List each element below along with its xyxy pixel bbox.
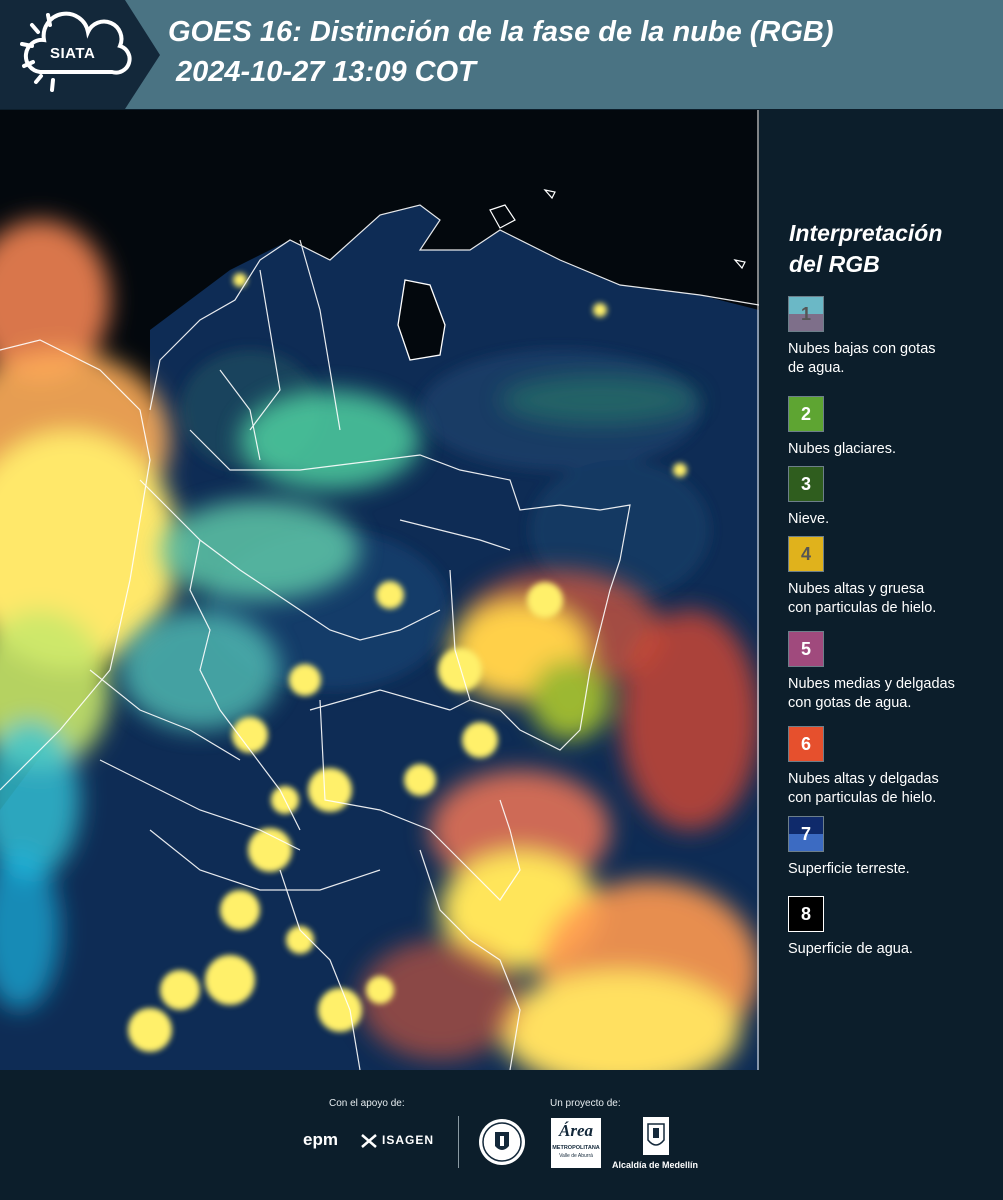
- legend-item-6: 6 Nubes altas y delgadas con particulas de…: [788, 726, 1000, 808]
- legend-number: 8: [800, 903, 811, 924]
- legend-label: Nubes medias y delgadas con gotas de agua…: [788, 676, 955, 711]
- legend-number: 4: [800, 543, 811, 564]
- page-timestamp: 2024-10-27 13:09 COT: [176, 56, 476, 88]
- legend-swatch-6: 6: [788, 726, 824, 762]
- satellite-map: [0, 110, 759, 1070]
- alcaldia-shield-icon: [643, 1117, 669, 1155]
- page-title: GOES 16: Distinción de la fase de la nub…: [168, 16, 834, 48]
- legend-label: Nieve.: [788, 511, 830, 527]
- legend-swatch-7: 7: [788, 816, 824, 852]
- epm-logo: epm: [303, 1130, 338, 1149]
- project-text: Un proyecto de:: [550, 1098, 621, 1109]
- legend-swatch-8: 8: [788, 896, 824, 932]
- legend-swatch-2: 2: [788, 396, 824, 432]
- legend-number: 5: [800, 638, 811, 659]
- legend-label: Superficie de agua.: [788, 941, 913, 957]
- legend-label: Superficie terreste.: [788, 861, 910, 877]
- legend-swatch-1: 1: [788, 296, 824, 332]
- isagen-logo: ISAGEN: [382, 1133, 435, 1147]
- legend-label: Nubes altas y gruesa con particulas de hi…: [788, 581, 937, 616]
- legend-item-8: 8 Superficie de agua.: [788, 896, 1000, 959]
- legend-label: Nubes bajas con gotas de agua.: [788, 341, 936, 376]
- legend-label: Nubes altas y delgadas con particulas de …: [788, 771, 939, 806]
- siata-logo-text: SIATA: [50, 45, 96, 62]
- medellin-seal-icon: [479, 1119, 525, 1165]
- legend-swatch-5: 5: [788, 631, 824, 667]
- footer: Con el apoyo de: Un proyecto de: epm ISA…: [0, 1070, 1003, 1200]
- satellite-image: [0, 110, 759, 1070]
- legend-panel: Interpretación del RGB 1 Nubes bajas con …: [760, 110, 1003, 1070]
- legend-swatch-3: 3: [788, 466, 824, 502]
- legend-item-1: 1 Nubes bajas con gotas de agua.: [788, 296, 1000, 378]
- siata-logo-icon: SIATA: [0, 0, 160, 109]
- header-bar: SIATA GOES 16: Distinción de la fase de …: [0, 0, 1003, 109]
- legend-item-4: 4 Nubes altas y gruesa con particulas de h…: [788, 536, 1000, 618]
- legend-item-2: 2 Nubes glaciares.: [788, 396, 1000, 459]
- legend-item-7: 7 Superficie terreste.: [788, 816, 1000, 879]
- support-text: Con el apoyo de:: [329, 1098, 405, 1109]
- legend-number: 1: [800, 303, 811, 324]
- area-metropolitana-logo-icon: Área METROPOLITANA Valle de Aburrá: [551, 1118, 601, 1168]
- legend-swatch-4: 4: [788, 536, 824, 572]
- footer-divider: [458, 1116, 459, 1168]
- legend-number: 2: [800, 403, 811, 424]
- legend-title: Interpretación del RGB: [789, 220, 943, 277]
- isagen-icon: [361, 1134, 377, 1148]
- legend-number: 6: [800, 733, 811, 754]
- legend-item-3: 3 Nieve.: [788, 466, 1000, 529]
- legend-number: 7: [800, 823, 811, 844]
- legend-number: 3: [800, 473, 811, 494]
- legend-item-5: 5 Nubes medias y delgadas con gotas de agu…: [788, 631, 1000, 713]
- alcaldia-text: Alcaldía de Medellín: [612, 1160, 699, 1170]
- legend-label: Nubes glaciares.: [788, 441, 896, 457]
